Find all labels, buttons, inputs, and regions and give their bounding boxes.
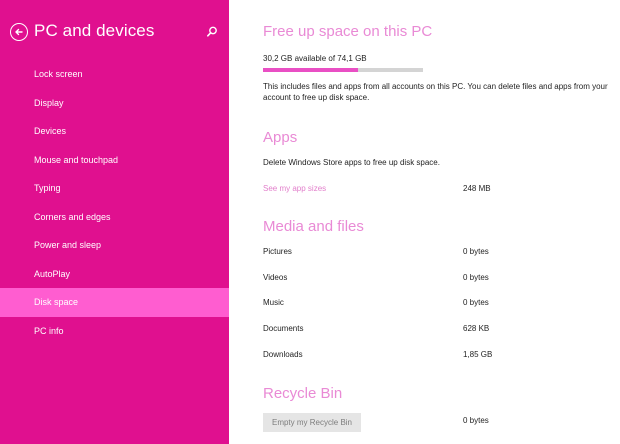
sidebar-item-mouse-and-touchpad[interactable]: Mouse and touchpad	[0, 146, 229, 175]
sidebar-item-pc-info[interactable]: PC info	[0, 317, 229, 346]
sidebar-item-lock-screen[interactable]: Lock screen	[0, 60, 229, 89]
back-button[interactable]	[10, 23, 28, 41]
disk-usage-fill	[263, 68, 358, 72]
media-row-label: Videos	[263, 273, 288, 282]
disk-usage-bar	[263, 68, 423, 72]
sidebar-item-autoplay[interactable]: AutoPlay	[0, 260, 229, 289]
sidebar-item-corners-and-edges[interactable]: Corners and edges	[0, 203, 229, 232]
recycle-bin-heading: Recycle Bin	[263, 385, 343, 402]
disk-availability-text: 30,2 GB available of 74,1 GB	[263, 54, 367, 63]
page-title: Free up space on this PC	[263, 23, 433, 40]
media-row-value: 628 KB	[463, 324, 490, 333]
recycle-bin-size-value: 0 bytes	[463, 416, 489, 425]
search-button[interactable]	[205, 25, 219, 39]
empty-recycle-bin-button[interactable]: Empty my Recycle Bin	[263, 413, 361, 432]
sidebar-nav: Lock screen Display Devices Mouse and to…	[0, 60, 229, 345]
media-row-value: 0 bytes	[463, 273, 489, 282]
sidebar-item-disk-space[interactable]: Disk space	[0, 288, 229, 317]
media-row-label: Downloads	[263, 350, 303, 359]
apps-heading: Apps	[263, 129, 298, 146]
media-row-label: Documents	[263, 324, 304, 333]
sidebar-item-power-and-sleep[interactable]: Power and sleep	[0, 231, 229, 260]
sidebar-title: PC and devices	[34, 21, 155, 40]
apps-size-value: 248 MB	[463, 184, 491, 193]
media-heading: Media and files	[263, 218, 364, 235]
apps-description: Delete Windows Store apps to free up dis…	[263, 158, 440, 167]
free-up-description: This includes files and apps from all ac…	[263, 82, 608, 102]
search-icon	[207, 26, 217, 37]
media-row-label: Music	[263, 298, 284, 307]
see-my-app-sizes-link[interactable]: See my app sizes	[263, 184, 326, 193]
sidebar: PC and devices Lock screen Display Devic…	[0, 0, 229, 444]
sidebar-item-devices[interactable]: Devices	[0, 117, 229, 146]
media-row-value: 0 bytes	[463, 298, 489, 307]
back-arrow-icon	[15, 28, 23, 36]
sidebar-item-display[interactable]: Display	[0, 89, 229, 118]
media-row-value: 0 bytes	[463, 247, 489, 256]
sidebar-item-typing[interactable]: Typing	[0, 174, 229, 203]
media-row-label: Pictures	[263, 247, 292, 256]
media-row-value: 1,85 GB	[463, 350, 493, 359]
